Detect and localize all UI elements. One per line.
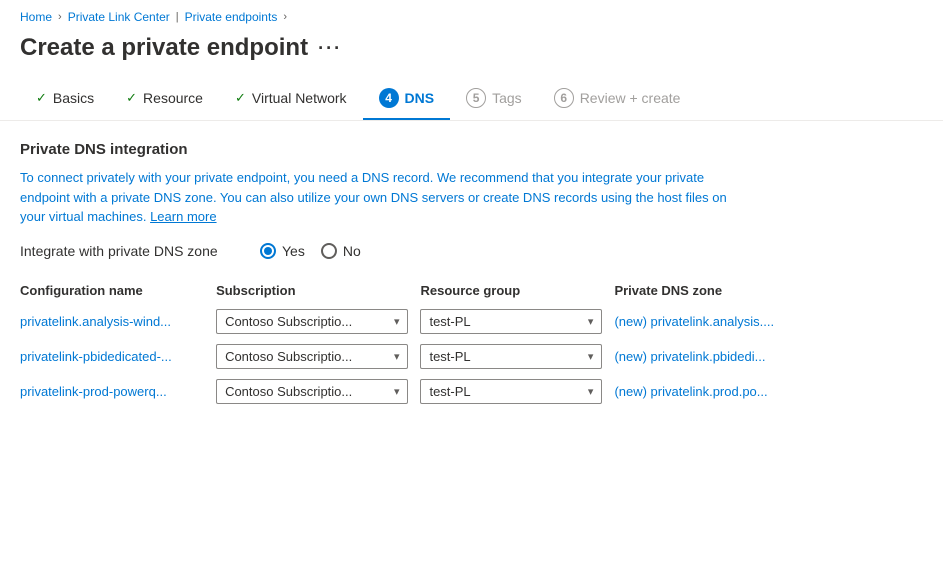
review-num-circle: 6 bbox=[554, 88, 574, 108]
dns-table: Configuration name Subscription Resource… bbox=[20, 277, 820, 409]
section-title: Private DNS integration bbox=[20, 141, 923, 158]
tags-num-circle: 5 bbox=[466, 88, 486, 108]
subscription-cell: Contoso Subscriptio...▾ bbox=[216, 374, 420, 409]
radio-no-label: No bbox=[343, 243, 361, 259]
tab-review-label: Review + create bbox=[580, 90, 681, 106]
main-content: Private DNS integration To connect priva… bbox=[0, 121, 943, 429]
config-name-cell: privatelink-prod-powerq... bbox=[20, 374, 216, 409]
breadcrumb-home[interactable]: Home bbox=[20, 10, 52, 24]
info-box: To connect privately with your private e… bbox=[20, 168, 923, 227]
resource-group-cell: test-PL▾ bbox=[420, 304, 614, 339]
tab-tags-label: Tags bbox=[492, 90, 522, 106]
tab-resource[interactable]: ✓ Resource bbox=[110, 80, 219, 118]
breadcrumb: Home › Private Link Center | Private end… bbox=[0, 0, 943, 30]
subscription-dropdown[interactable]: Contoso Subscriptio...▾ bbox=[216, 309, 408, 334]
config-name-cell: privatelink.analysis-wind... bbox=[20, 304, 216, 339]
page-title-container: Create a private endpoint ··· bbox=[0, 30, 943, 78]
radio-group: Yes No bbox=[260, 243, 361, 259]
radio-no-circle[interactable] bbox=[321, 243, 337, 259]
radio-yes[interactable]: Yes bbox=[260, 243, 305, 259]
resource-check-icon: ✓ bbox=[126, 90, 137, 106]
vnet-check-icon: ✓ bbox=[235, 90, 246, 106]
radio-yes-label: Yes bbox=[282, 243, 305, 259]
integrate-label: Integrate with private DNS zone bbox=[20, 243, 240, 259]
config-name-link[interactable]: privatelink-prod-powerq... bbox=[20, 384, 167, 399]
dns-zone-value: (new) privatelink.analysis.... bbox=[614, 314, 774, 329]
col-config-name: Configuration name bbox=[20, 277, 216, 304]
dns-zone-cell: (new) privatelink.prod.po... bbox=[614, 374, 820, 409]
table-row: privatelink-pbidedicated-... Contoso Subs… bbox=[20, 339, 820, 374]
subscription-cell: Contoso Subscriptio...▾ bbox=[216, 304, 420, 339]
tab-dns[interactable]: 4 DNS bbox=[363, 78, 451, 120]
col-resource-group: Resource group bbox=[420, 277, 614, 304]
dns-zone-value: (new) privatelink.prod.po... bbox=[614, 384, 767, 399]
resource-group-cell: test-PL▾ bbox=[420, 374, 614, 409]
tab-tags[interactable]: 5 Tags bbox=[450, 78, 538, 120]
tab-virtual-network[interactable]: ✓ Virtual Network bbox=[219, 80, 363, 118]
radio-no[interactable]: No bbox=[321, 243, 361, 259]
col-dns-zone: Private DNS zone bbox=[614, 277, 820, 304]
resource-group-dropdown[interactable]: test-PL▾ bbox=[420, 379, 602, 404]
learn-more-link[interactable]: Learn more bbox=[150, 209, 216, 224]
dns-num-circle: 4 bbox=[379, 88, 399, 108]
radio-yes-circle[interactable] bbox=[260, 243, 276, 259]
table-row: privatelink.analysis-wind... Contoso Subs… bbox=[20, 304, 820, 339]
resource-group-cell: test-PL▾ bbox=[420, 339, 614, 374]
breadcrumb-private-endpoints[interactable]: Private endpoints bbox=[185, 10, 278, 24]
subscription-cell: Contoso Subscriptio...▾ bbox=[216, 339, 420, 374]
tab-resource-label: Resource bbox=[143, 90, 203, 106]
tab-basics-label: Basics bbox=[53, 90, 94, 106]
subscription-dropdown[interactable]: Contoso Subscriptio...▾ bbox=[216, 344, 408, 369]
subscription-dropdown[interactable]: Contoso Subscriptio...▾ bbox=[216, 379, 408, 404]
tab-vnet-label: Virtual Network bbox=[252, 90, 347, 106]
dns-zone-value: (new) privatelink.pbidedi... bbox=[614, 349, 765, 364]
resource-group-dropdown[interactable]: test-PL▾ bbox=[420, 344, 602, 369]
table-row: privatelink-prod-powerq... Contoso Subscr… bbox=[20, 374, 820, 409]
basics-check-icon: ✓ bbox=[36, 90, 47, 106]
col-subscription: Subscription bbox=[216, 277, 420, 304]
tab-review[interactable]: 6 Review + create bbox=[538, 78, 697, 120]
wizard-tabs: ✓ Basics ✓ Resource ✓ Virtual Network 4 … bbox=[0, 78, 943, 121]
resource-group-dropdown[interactable]: test-PL▾ bbox=[420, 309, 602, 334]
dns-zone-cell: (new) privatelink.pbidedi... bbox=[614, 339, 820, 374]
page-title: Create a private endpoint bbox=[20, 34, 308, 62]
config-name-link[interactable]: privatelink-pbidedicated-... bbox=[20, 349, 172, 364]
dns-zone-cell: (new) privatelink.analysis.... bbox=[614, 304, 820, 339]
breadcrumb-sep-3: › bbox=[283, 11, 287, 23]
breadcrumb-sep-1: › bbox=[58, 11, 62, 23]
dns-zone-integration-row: Integrate with private DNS zone Yes No bbox=[20, 243, 923, 259]
config-name-link[interactable]: privatelink.analysis-wind... bbox=[20, 314, 171, 329]
breadcrumb-private-link[interactable]: Private Link Center bbox=[68, 10, 170, 24]
tab-dns-label: DNS bbox=[405, 90, 435, 106]
info-text: To connect privately with your private e… bbox=[20, 168, 740, 227]
page-title-menu[interactable]: ··· bbox=[318, 38, 342, 59]
breadcrumb-sep-2: | bbox=[176, 11, 179, 23]
tab-basics[interactable]: ✓ Basics bbox=[20, 80, 110, 118]
config-name-cell: privatelink-pbidedicated-... bbox=[20, 339, 216, 374]
